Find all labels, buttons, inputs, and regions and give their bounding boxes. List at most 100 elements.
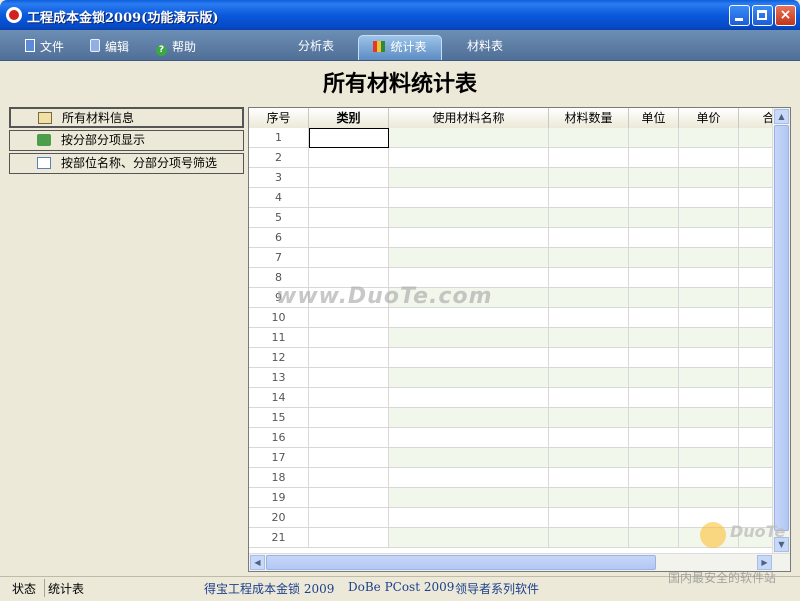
table-cell[interactable] bbox=[389, 248, 549, 268]
table-cell[interactable] bbox=[389, 508, 549, 528]
table-cell[interactable] bbox=[679, 448, 739, 468]
table-cell[interactable] bbox=[679, 168, 739, 188]
scroll-up-button[interactable]: ▲ bbox=[774, 109, 789, 124]
table-cell[interactable] bbox=[549, 188, 629, 208]
table-cell[interactable] bbox=[389, 148, 549, 168]
table-cell[interactable] bbox=[629, 148, 679, 168]
table-row[interactable]: 13 bbox=[249, 368, 790, 388]
table-cell[interactable] bbox=[629, 248, 679, 268]
table-row[interactable]: 1 bbox=[249, 128, 790, 148]
table-cell[interactable] bbox=[629, 468, 679, 488]
table-cell[interactable] bbox=[309, 168, 389, 188]
table-cell[interactable] bbox=[389, 488, 549, 508]
table-row[interactable]: 11 bbox=[249, 328, 790, 348]
table-cell[interactable] bbox=[389, 328, 549, 348]
table-cell[interactable] bbox=[549, 448, 629, 468]
table-cell[interactable] bbox=[629, 388, 679, 408]
table-cell[interactable] bbox=[389, 528, 549, 548]
table-cell[interactable] bbox=[309, 148, 389, 168]
tab-analysis[interactable]: 分析表 bbox=[285, 35, 347, 60]
table-cell[interactable] bbox=[629, 188, 679, 208]
table-cell[interactable] bbox=[309, 428, 389, 448]
table-cell[interactable] bbox=[629, 308, 679, 328]
table-cell[interactable] bbox=[549, 488, 629, 508]
table-cell[interactable] bbox=[549, 228, 629, 248]
table-cell[interactable] bbox=[309, 448, 389, 468]
table-cell[interactable] bbox=[549, 388, 629, 408]
table-cell[interactable] bbox=[389, 188, 549, 208]
table-row[interactable]: 10 bbox=[249, 308, 790, 328]
nav-all-materials-button[interactable]: 所有材料信息 bbox=[9, 107, 244, 128]
scroll-left-button[interactable]: ◀ bbox=[250, 555, 265, 570]
table-cell[interactable] bbox=[389, 468, 549, 488]
table-cell[interactable] bbox=[549, 308, 629, 328]
table-cell[interactable] bbox=[629, 128, 679, 148]
table-row[interactable]: 2 bbox=[249, 148, 790, 168]
table-row[interactable]: 16 bbox=[249, 428, 790, 448]
table-cell[interactable] bbox=[309, 408, 389, 428]
vertical-scroll-thumb[interactable] bbox=[774, 125, 789, 531]
table-cell[interactable] bbox=[309, 128, 389, 148]
column-header[interactable]: 序号 bbox=[249, 108, 309, 128]
table-cell[interactable] bbox=[629, 328, 679, 348]
table-cell[interactable] bbox=[309, 248, 389, 268]
table-cell[interactable] bbox=[389, 408, 549, 428]
table-cell[interactable] bbox=[549, 268, 629, 288]
maximize-button[interactable] bbox=[752, 5, 773, 26]
column-header[interactable]: 类别 bbox=[309, 108, 389, 128]
column-header[interactable]: 材料数量 bbox=[549, 108, 629, 128]
table-cell[interactable] bbox=[309, 188, 389, 208]
table-row[interactable]: 14 bbox=[249, 388, 790, 408]
horizontal-scroll-thumb[interactable] bbox=[266, 555, 656, 570]
table-row[interactable]: 18 bbox=[249, 468, 790, 488]
menu-edit[interactable]: 编辑 bbox=[90, 38, 129, 55]
table-cell[interactable] bbox=[629, 368, 679, 388]
table-cell[interactable] bbox=[389, 308, 549, 328]
table-row[interactable]: 19 bbox=[249, 488, 790, 508]
column-header[interactable]: 单价 bbox=[679, 108, 739, 128]
table-row[interactable]: 5 bbox=[249, 208, 790, 228]
table-cell[interactable] bbox=[389, 388, 549, 408]
table-row[interactable]: 12 bbox=[249, 348, 790, 368]
table-cell[interactable] bbox=[629, 208, 679, 228]
table-cell[interactable] bbox=[549, 128, 629, 148]
table-cell[interactable] bbox=[389, 428, 549, 448]
table-cell[interactable] bbox=[549, 368, 629, 388]
table-cell[interactable] bbox=[629, 448, 679, 468]
table-cell[interactable] bbox=[309, 528, 389, 548]
nav-filter-button[interactable]: 按部位名称、分部分项号筛选 bbox=[9, 153, 244, 174]
table-cell[interactable] bbox=[309, 468, 389, 488]
materials-grid[interactable]: 序号 类别 使用材料名称 材料数量 单位 单价合 1 2 3 4 5 6 7 8 9 10 11 12 13 14 1… bbox=[248, 107, 791, 572]
table-cell[interactable] bbox=[389, 128, 549, 148]
column-header[interactable]: 单位 bbox=[629, 108, 679, 128]
tab-stats[interactable]: 统计表 bbox=[358, 35, 442, 60]
nav-by-section-button[interactable]: 按分部分项显示 bbox=[9, 130, 244, 151]
table-cell[interactable] bbox=[679, 408, 739, 428]
table-cell[interactable] bbox=[309, 208, 389, 228]
table-cell[interactable] bbox=[389, 208, 549, 228]
table-cell[interactable] bbox=[389, 348, 549, 368]
column-header[interactable]: 使用材料名称 bbox=[389, 108, 549, 128]
table-cell[interactable] bbox=[549, 348, 629, 368]
table-cell[interactable] bbox=[389, 368, 549, 388]
table-cell[interactable] bbox=[309, 388, 389, 408]
table-cell[interactable] bbox=[629, 408, 679, 428]
table-cell[interactable] bbox=[629, 168, 679, 188]
table-cell[interactable] bbox=[629, 528, 679, 548]
table-cell[interactable] bbox=[679, 428, 739, 448]
table-cell[interactable] bbox=[679, 488, 739, 508]
table-cell[interactable] bbox=[679, 268, 739, 288]
vertical-scrollbar[interactable]: ▲ ▼ bbox=[772, 108, 790, 553]
table-cell[interactable] bbox=[309, 348, 389, 368]
table-cell[interactable] bbox=[549, 428, 629, 448]
close-button[interactable]: × bbox=[775, 5, 796, 26]
table-cell[interactable] bbox=[309, 228, 389, 248]
table-cell[interactable] bbox=[679, 148, 739, 168]
table-row[interactable]: 6 bbox=[249, 228, 790, 248]
table-cell[interactable] bbox=[549, 528, 629, 548]
table-cell[interactable] bbox=[629, 428, 679, 448]
table-cell[interactable] bbox=[389, 448, 549, 468]
table-cell[interactable] bbox=[679, 308, 739, 328]
table-cell[interactable] bbox=[549, 248, 629, 268]
table-cell[interactable] bbox=[629, 508, 679, 528]
